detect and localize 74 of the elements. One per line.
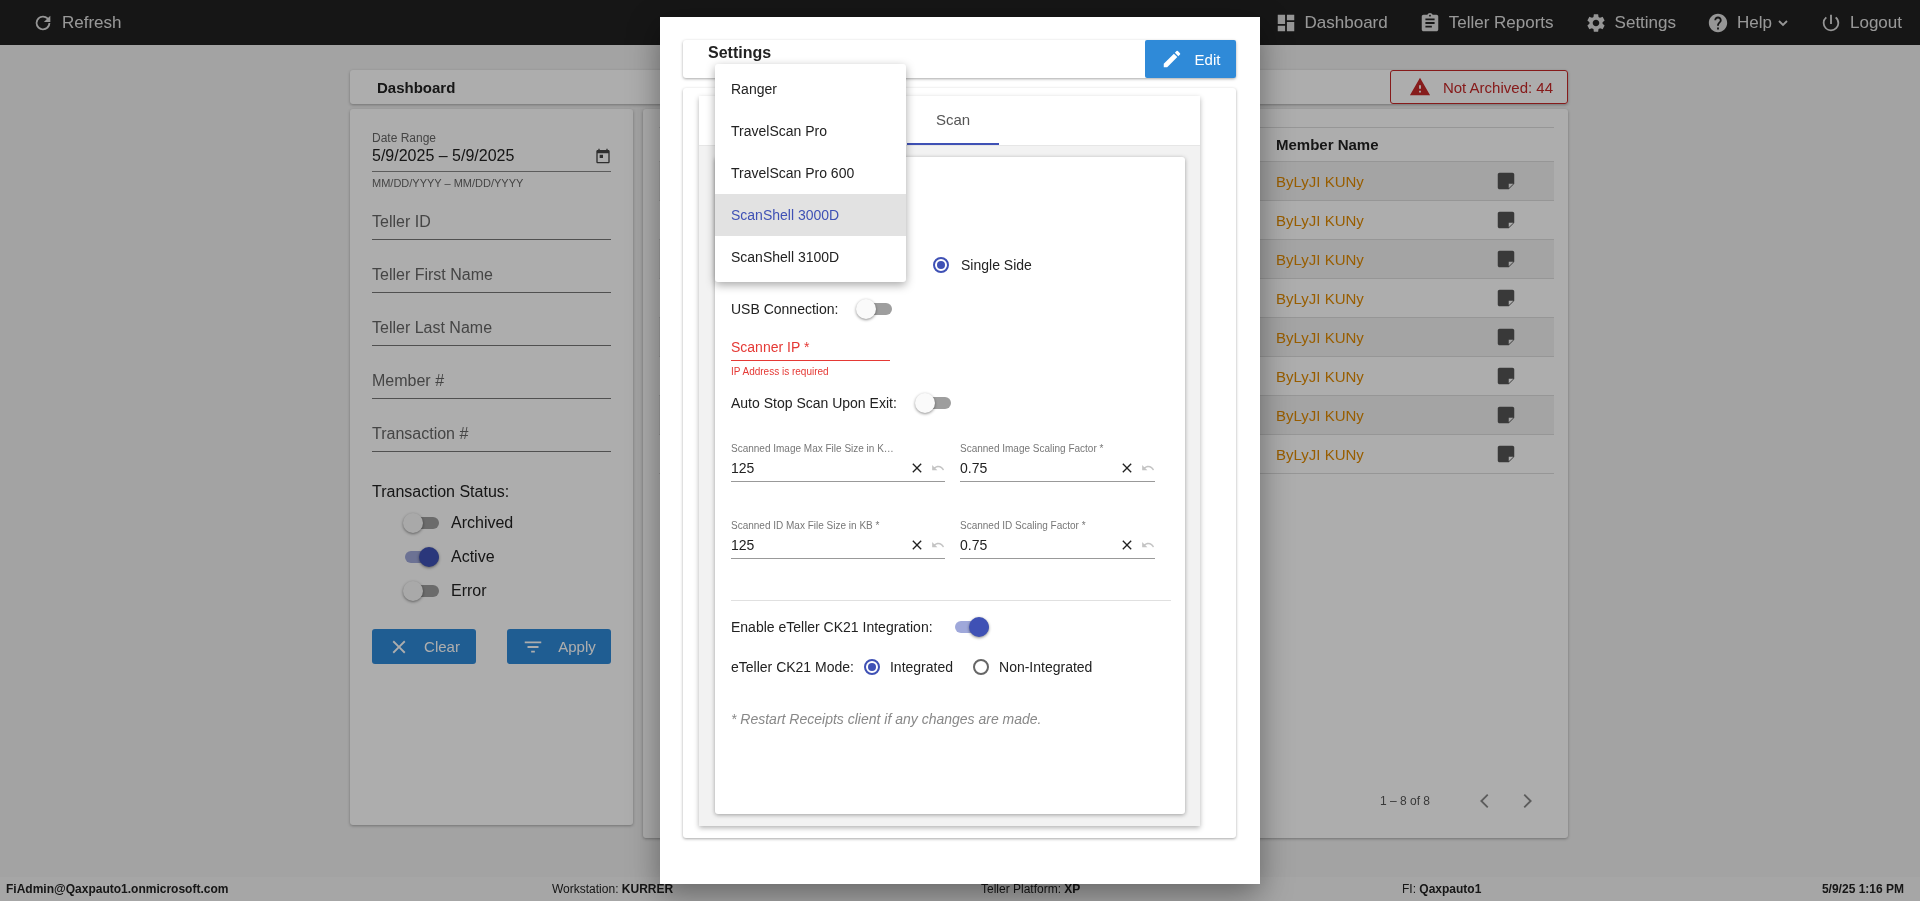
calendar-icon (595, 148, 611, 164)
page-title: Dashboard (377, 78, 456, 96)
field-label: Scanned Image Scaling Factor * (960, 443, 1105, 454)
error-message: IP Address is required (731, 366, 830, 377)
section-label: Transaction Status: (372, 483, 511, 501)
radio-button[interactable] (863, 659, 880, 675)
clear-button[interactable]: Clear (372, 629, 476, 664)
field-label: Date Range (372, 131, 438, 145)
text-field[interactable]: Member # (372, 372, 611, 399)
note-icon[interactable] (1495, 365, 1517, 387)
toggle-switch[interactable] (403, 581, 439, 601)
restart-note: * Restart Receipts client if any changes are made. (731, 711, 1043, 727)
warning-icon (1408, 76, 1431, 98)
toggle-switch[interactable] (403, 513, 439, 533)
settings-icon (1584, 11, 1607, 34)
toggle-switch[interactable] (914, 393, 951, 413)
text-field[interactable]: Transaction # (372, 425, 611, 452)
setting-label: eTeller CK21 Mode: (731, 659, 854, 675)
fi-info: FI: Qaxpauto1 (1402, 882, 1483, 896)
radio-label: Integrated (889, 659, 953, 675)
field-label: Scanned ID Scaling Factor * (960, 520, 1087, 531)
workstation-info: Workstation: KURRER (552, 882, 675, 896)
dropdown-option[interactable]: TravelScan Pro 600 (715, 152, 906, 194)
not-archived-badge[interactable]: Not Archived: 44 (1389, 70, 1568, 104)
scanner-ip-field[interactable]: Scanner IP * (731, 339, 890, 361)
radio-button[interactable] (933, 257, 949, 273)
date-range-field[interactable]: 5/9/2025 – 5/9/2025 (372, 145, 611, 172)
radio-label: Single Side (961, 257, 1032, 273)
column-header: Member Name (1275, 136, 1380, 153)
toggle-label: Archived (451, 514, 514, 532)
pagination-range: 1 – 8 of 8 (1379, 794, 1430, 808)
input-field[interactable]: 125 (731, 531, 945, 559)
radio-button[interactable] (973, 659, 989, 675)
text-field[interactable]: Teller Last Name (372, 319, 611, 346)
text-field[interactable]: Teller First Name (372, 266, 611, 293)
help-icon (1707, 11, 1730, 34)
edit-button[interactable]: Edit (1145, 40, 1236, 78)
date-time: 5/9/25 1:16 PM (1821, 882, 1904, 896)
field-label: Scanned Image Max File Size in K… (731, 443, 895, 454)
note-icon[interactable] (1495, 170, 1517, 192)
input-field[interactable]: 125 (731, 454, 945, 482)
note-icon[interactable] (1495, 248, 1517, 270)
note-icon[interactable] (1495, 404, 1517, 426)
dropdown-option[interactable]: TravelScan Pro (715, 110, 906, 152)
toggle-label: Active (451, 548, 495, 566)
toggle-label: Error (451, 582, 487, 600)
badge-text: Not Archived: 44 (1442, 78, 1553, 96)
setting-label: Enable eTeller CK21 Integration: (731, 619, 933, 635)
note-icon[interactable] (1495, 326, 1517, 348)
input-field[interactable]: 0.75 (960, 454, 1155, 482)
nav-link[interactable]: Dashboard (1274, 11, 1388, 34)
platform-info: Teller Platform: XP (981, 882, 1082, 896)
field-label: Scanned ID Max File Size in KB * (731, 520, 881, 531)
dialog-title: Settings (708, 43, 772, 63)
field-hint: MM/DD/YYYY – MM/DD/YYYY (372, 177, 525, 189)
dropdown-option[interactable]: ScanShell 3000D (715, 194, 906, 236)
radio-label: Non-Integrated (999, 659, 1093, 675)
nav-link[interactable]: Help (1707, 11, 1789, 34)
nav-link[interactable]: Settings (1584, 11, 1677, 34)
nav-link[interactable]: Teller Reports (1418, 11, 1554, 34)
toggle-switch[interactable] (856, 299, 893, 319)
setting-label: USB Connection: (731, 301, 839, 317)
input-field[interactable]: 0.75 (960, 531, 1155, 559)
note-icon[interactable] (1495, 209, 1517, 231)
text-field[interactable]: Teller ID (372, 213, 611, 240)
note-icon[interactable] (1495, 287, 1517, 309)
dropdown-option[interactable]: Ranger (715, 68, 906, 110)
setting-label: Auto Stop Scan Upon Exit: (731, 395, 897, 411)
dropdown-option[interactable]: ScanShell 3100D (715, 236, 906, 278)
nav-link[interactable]: Logout (1820, 11, 1902, 34)
toggle-switch[interactable] (403, 547, 439, 567)
note-icon[interactable] (1495, 443, 1517, 465)
refresh-button[interactable]: Refresh (32, 11, 122, 34)
user-email: FiAdmin@Qaxpauto1.onmicrosoft.com (6, 882, 230, 896)
